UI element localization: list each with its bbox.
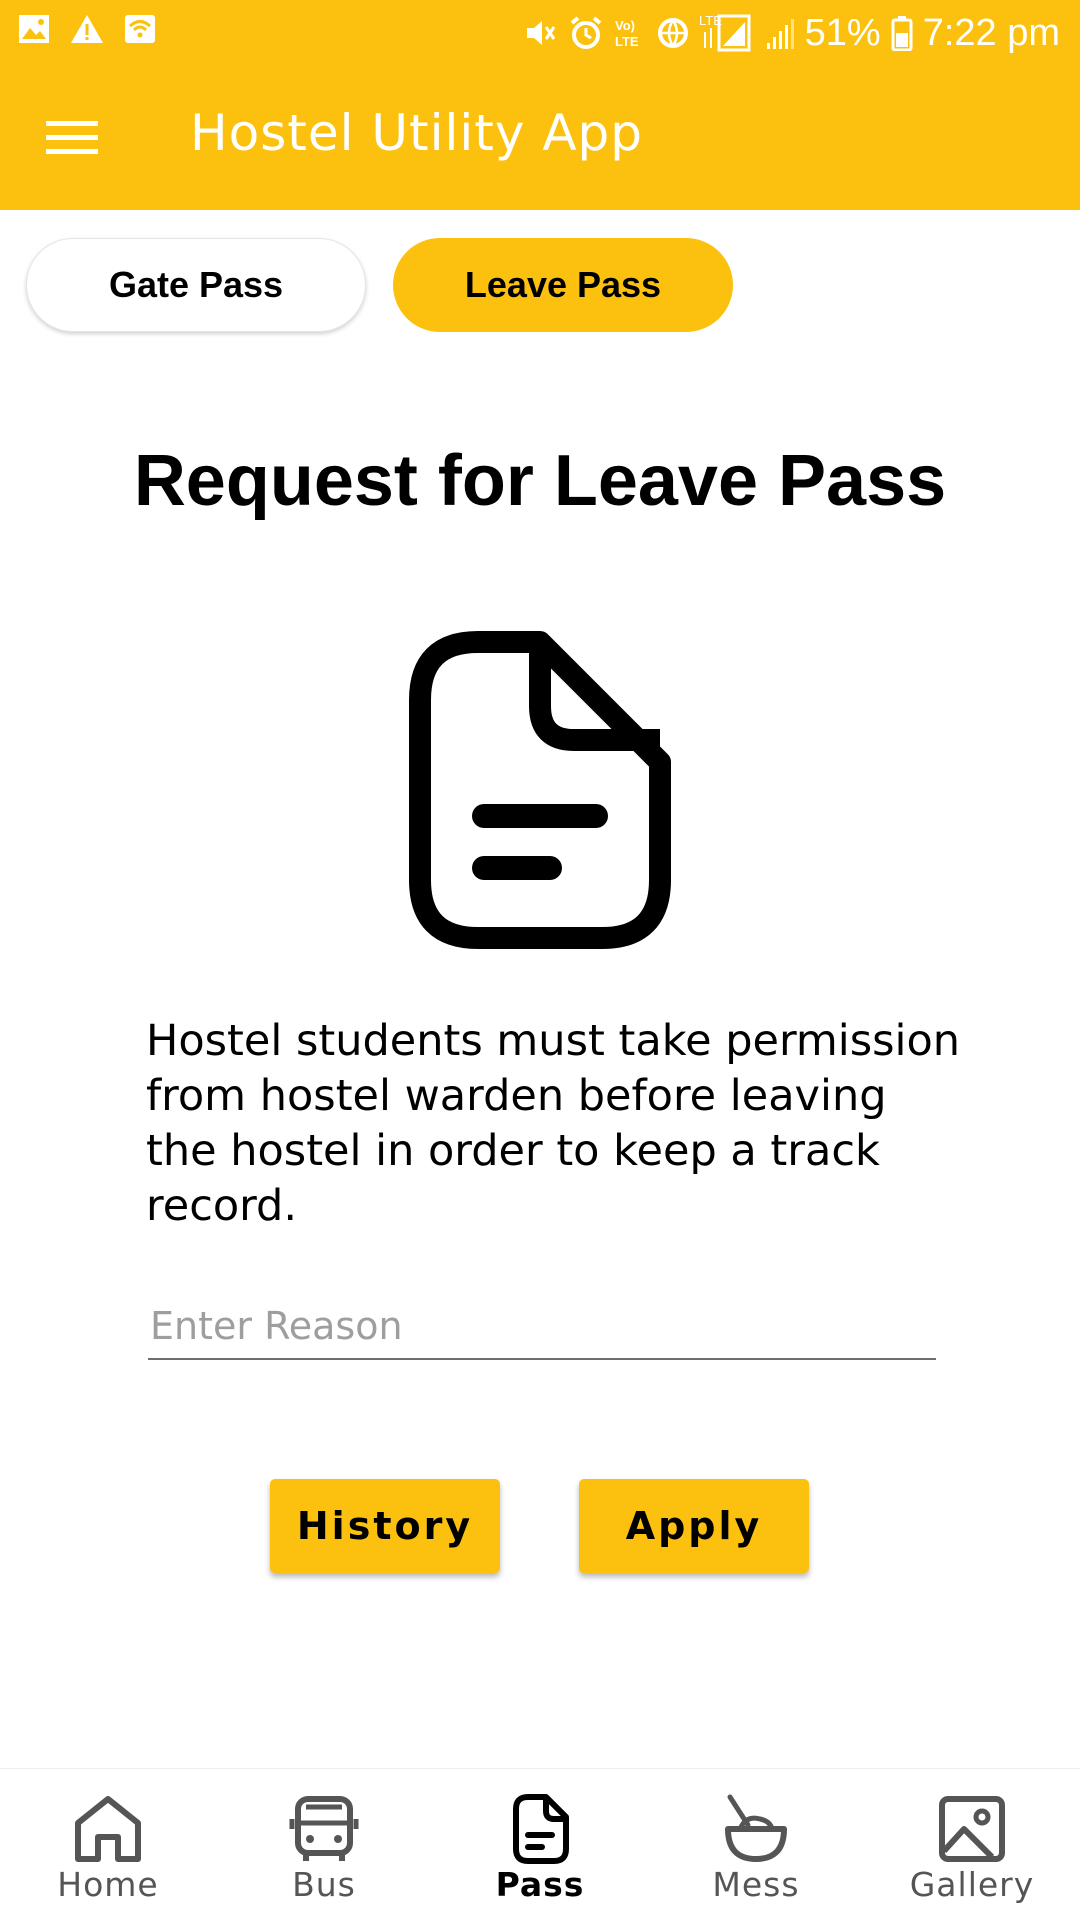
- nav-bus[interactable]: Bus: [216, 1769, 432, 1921]
- mute-icon: [526, 21, 555, 45]
- reason-input[interactable]: [148, 1294, 936, 1360]
- hamburger-icon: [46, 121, 98, 154]
- status-right-icons: Vo) LTE LTE 51% 7:22 pm: [523, 8, 1060, 58]
- tab-gate-pass[interactable]: Gate Pass: [26, 238, 366, 332]
- image-icon: [19, 15, 49, 43]
- gallery-icon: [939, 1796, 1005, 1862]
- nav-mess-label: Mess: [712, 1865, 800, 1904]
- nav-pass[interactable]: Pass: [432, 1769, 648, 1921]
- status-left-icons: [18, 14, 156, 44]
- description-text: Hostel students must take permission fro…: [146, 1016, 961, 1231]
- app-title: Hostel Utility App: [190, 104, 644, 162]
- nav-gallery-label: Gallery: [909, 1865, 1035, 1904]
- apply-button[interactable]: Apply: [579, 1479, 809, 1573]
- bottom-nav: Home Bus Pass Mess Gallery: [0, 1768, 1080, 1921]
- mess-icon: [725, 1794, 787, 1862]
- wifi-icon: [125, 15, 155, 43]
- app-bar: Hostel Utility App: [0, 66, 1080, 210]
- alarm-icon: [570, 16, 601, 49]
- warning-icon: [71, 15, 103, 43]
- page-heading: Request for Leave Pass: [133, 441, 947, 521]
- nav-mess[interactable]: Mess: [648, 1769, 864, 1921]
- status-bar: Vo) LTE LTE 51% 7:22 pm: [0, 0, 1080, 66]
- home-icon: [75, 1796, 141, 1862]
- nav-pass-label: Pass: [495, 1865, 585, 1904]
- tab-leave-pass[interactable]: Leave Pass: [393, 238, 733, 332]
- battery-icon: [891, 16, 913, 51]
- document-icon: [409, 631, 671, 949]
- menu-button[interactable]: [36, 106, 108, 170]
- lte-signal-icon: LTE: [699, 13, 751, 52]
- battery-percent: 51%: [804, 12, 881, 54]
- bus-icon: [289, 1796, 359, 1861]
- nav-home[interactable]: Home: [0, 1769, 216, 1921]
- nav-gallery[interactable]: Gallery: [864, 1769, 1080, 1921]
- svg-text:LTE: LTE: [615, 34, 639, 49]
- nav-bus-label: Bus: [292, 1865, 356, 1904]
- data-icon: [657, 18, 688, 49]
- history-button[interactable]: History: [270, 1479, 500, 1573]
- nav-home-label: Home: [57, 1865, 159, 1904]
- pass-icon: [513, 1794, 569, 1864]
- clock: 7:22 pm: [922, 12, 1060, 54]
- svg-text:Vo): Vo): [615, 18, 635, 33]
- signal-icon: [766, 19, 794, 49]
- volte-icon: Vo) LTE: [615, 18, 639, 49]
